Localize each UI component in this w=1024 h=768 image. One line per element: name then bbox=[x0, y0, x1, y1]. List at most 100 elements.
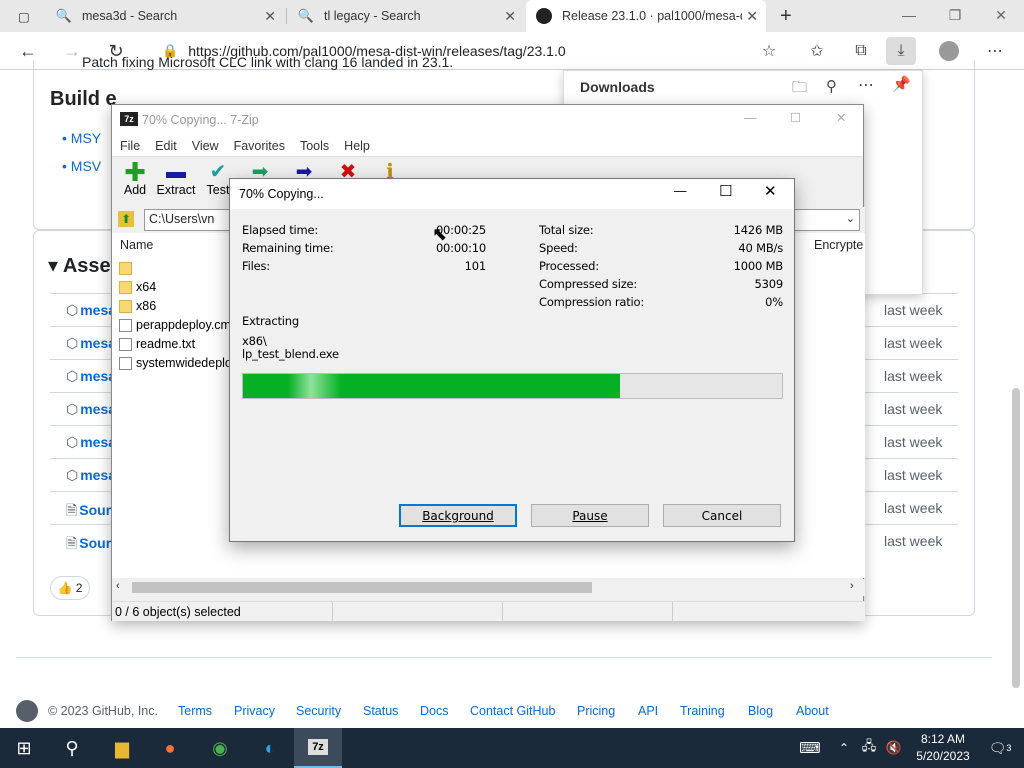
asset-link[interactable]: ⬡ mesa bbox=[66, 467, 116, 484]
footer-link-api[interactable]: API bbox=[638, 704, 658, 718]
assets-heading[interactable]: ▾ Asset bbox=[48, 253, 117, 278]
firefox-icon[interactable]: ● bbox=[146, 728, 194, 768]
file-explorer-icon[interactable]: ▆ bbox=[98, 728, 146, 768]
search-icon[interactable]: ⚲ bbox=[826, 77, 837, 95]
sevenzip-titlebar[interactable]: 7z 70% Copying... 7-Zip — ☐ ✕ bbox=[112, 105, 863, 135]
extract-button[interactable]: ▬ Extract bbox=[154, 161, 198, 197]
footer-link-docs[interactable]: Docs bbox=[420, 704, 448, 718]
file-list-item[interactable]: readme.txt bbox=[119, 335, 195, 353]
menu-tools[interactable]: Tools bbox=[300, 139, 329, 153]
close-icon[interactable]: ✕ bbox=[764, 182, 777, 200]
scroll-right-icon[interactable]: › bbox=[850, 580, 854, 592]
github-logo-icon[interactable] bbox=[16, 700, 38, 722]
github-icon bbox=[536, 8, 552, 24]
close-window-icon[interactable]: ✕ bbox=[978, 0, 1024, 30]
reaction-button[interactable]: 👍 2 bbox=[50, 576, 90, 600]
asset-link[interactable]: ⬡ mesa bbox=[66, 368, 116, 385]
new-tab-button[interactable]: + bbox=[770, 0, 800, 32]
footer-link-terms[interactable]: Terms bbox=[178, 704, 212, 718]
footer-link-privacy[interactable]: Privacy bbox=[234, 704, 275, 718]
scroll-left-icon[interactable]: ‹ bbox=[116, 580, 120, 592]
file-list-item[interactable] bbox=[119, 259, 136, 277]
close-icon[interactable]: ✕ bbox=[836, 110, 846, 125]
asset-link[interactable]: ⬡ mesa bbox=[66, 335, 116, 352]
open-folder-icon[interactable]: 🗀 bbox=[792, 77, 807, 102]
folder-icon bbox=[119, 299, 132, 313]
asset-link[interactable]: 🗎 Sour bbox=[66, 533, 111, 557]
maximize-icon[interactable]: ☐ bbox=[719, 182, 732, 200]
column-encrypted[interactable]: Encrypte bbox=[814, 238, 863, 252]
tab-1[interactable]: 🔍 mesa3d - Search ✕ bbox=[46, 0, 284, 32]
tab-2[interactable]: 🔍 tl legacy - Search ✕ bbox=[288, 0, 524, 32]
pause-button[interactable]: Pause bbox=[531, 504, 649, 527]
close-tab-icon[interactable]: ✕ bbox=[504, 8, 516, 25]
file-list-item[interactable]: systemwidedeplo bbox=[119, 354, 232, 372]
up-folder-icon[interactable]: ⬆ bbox=[118, 211, 134, 227]
dialog-titlebar[interactable]: 70% Copying... — ☐ ✕ bbox=[230, 179, 794, 209]
close-tab-icon[interactable]: ✕ bbox=[264, 8, 276, 25]
bullet-link-2[interactable]: • MSV bbox=[62, 158, 101, 174]
menu-edit[interactable]: Edit bbox=[155, 139, 177, 153]
plus-icon: ✚ bbox=[124, 157, 146, 187]
asset-link[interactable]: ⬡ mesa bbox=[66, 302, 116, 319]
footer: © 2023 GitHub, Inc. Terms Privacy Securi… bbox=[0, 698, 1024, 728]
footer-link-about[interactable]: About bbox=[796, 704, 829, 718]
browser-tab-bar: ▢ 🔍 mesa3d - Search ✕ 🔍 tl legacy - Sear… bbox=[0, 0, 1024, 32]
more-menu-icon[interactable]: ⋯ bbox=[980, 37, 1010, 65]
bullet-link-1[interactable]: • MSY bbox=[62, 130, 101, 146]
keyboard-icon[interactable]: ⌨ bbox=[786, 728, 834, 768]
edge-icon[interactable]: ◐ bbox=[246, 728, 294, 768]
menu-view[interactable]: View bbox=[192, 139, 219, 153]
tab-actions-icon[interactable]: ▢ bbox=[8, 0, 44, 32]
more-options-icon[interactable]: ⋯ bbox=[858, 75, 874, 95]
file-list-item[interactable]: x86 bbox=[119, 297, 156, 315]
asset-date: last week bbox=[884, 500, 943, 516]
minimize-icon[interactable]: — bbox=[674, 184, 687, 198]
sevenzip-taskbar-icon[interactable]: 7z bbox=[294, 728, 342, 768]
remaining-label: Remaining time: bbox=[242, 241, 334, 255]
footer-link-training[interactable]: Training bbox=[680, 704, 725, 718]
taskbar-clock[interactable]: 8:12 AM 5/20/2023 bbox=[916, 731, 970, 765]
menu-favorites[interactable]: Favorites bbox=[234, 139, 285, 153]
page-scrollbar[interactable] bbox=[1012, 388, 1020, 688]
asset-link[interactable]: 🗎 Sour bbox=[66, 500, 111, 524]
notifications-icon[interactable]: 🗨 3 bbox=[976, 728, 1024, 768]
search-icon[interactable]: ⚲ bbox=[48, 728, 96, 768]
start-button-icon[interactable]: ⊞ bbox=[0, 728, 48, 768]
footer-link-status[interactable]: Status bbox=[363, 704, 398, 718]
dialog-title: 70% Copying... bbox=[239, 187, 324, 201]
action-label: Extracting bbox=[242, 314, 299, 328]
footer-link-blog[interactable]: Blog bbox=[748, 704, 773, 718]
asset-link[interactable]: ⬡ mesa bbox=[66, 401, 116, 418]
chrome-icon[interactable]: ◉ bbox=[196, 728, 244, 768]
scroll-thumb[interactable] bbox=[132, 582, 592, 593]
menu-file[interactable]: File bbox=[120, 139, 140, 153]
minimize-icon[interactable]: — bbox=[886, 0, 932, 30]
tab-3[interactable]: Release 23.1.0 · pal1000/mesa-d ✕ bbox=[526, 0, 766, 32]
copyright-text: © 2023 GitHub, Inc. bbox=[48, 704, 158, 718]
footer-link-security[interactable]: Security bbox=[296, 704, 341, 718]
footer-link-pricing[interactable]: Pricing bbox=[577, 704, 615, 718]
pin-icon[interactable]: 📌 bbox=[892, 75, 911, 93]
minimize-icon[interactable]: — bbox=[744, 111, 757, 125]
restore-icon[interactable]: ❐ bbox=[932, 0, 978, 30]
footer-link-contact[interactable]: Contact GitHub bbox=[470, 704, 555, 718]
cancel-button[interactable]: Cancel bbox=[663, 504, 781, 527]
asset-link[interactable]: ⬡ mesa bbox=[66, 434, 116, 451]
add-button[interactable]: ✚ Add bbox=[112, 157, 158, 197]
column-name[interactable]: Name bbox=[120, 238, 153, 252]
chevron-up-icon[interactable]: ⌃ bbox=[834, 728, 854, 768]
close-tab-icon[interactable]: ✕ bbox=[746, 8, 758, 25]
package-icon: ⬡ bbox=[66, 368, 79, 384]
volume-muted-icon[interactable]: 🔇 bbox=[882, 728, 906, 768]
chevron-down-icon[interactable]: ⌄ bbox=[846, 212, 855, 225]
menu-help[interactable]: Help bbox=[344, 139, 370, 153]
speed-label: Speed: bbox=[539, 241, 578, 255]
file-list-item[interactable]: x64 bbox=[119, 278, 156, 296]
maximize-icon[interactable]: ☐ bbox=[790, 110, 801, 125]
network-icon[interactable]: 🖧 bbox=[858, 728, 880, 768]
horizontal-scrollbar[interactable]: ‹ › bbox=[112, 579, 865, 596]
compression-ratio-value: 0% bbox=[765, 295, 783, 309]
background-button[interactable]: Background bbox=[399, 504, 517, 527]
file-list-item[interactable]: perappdeploy.cm bbox=[119, 316, 231, 334]
